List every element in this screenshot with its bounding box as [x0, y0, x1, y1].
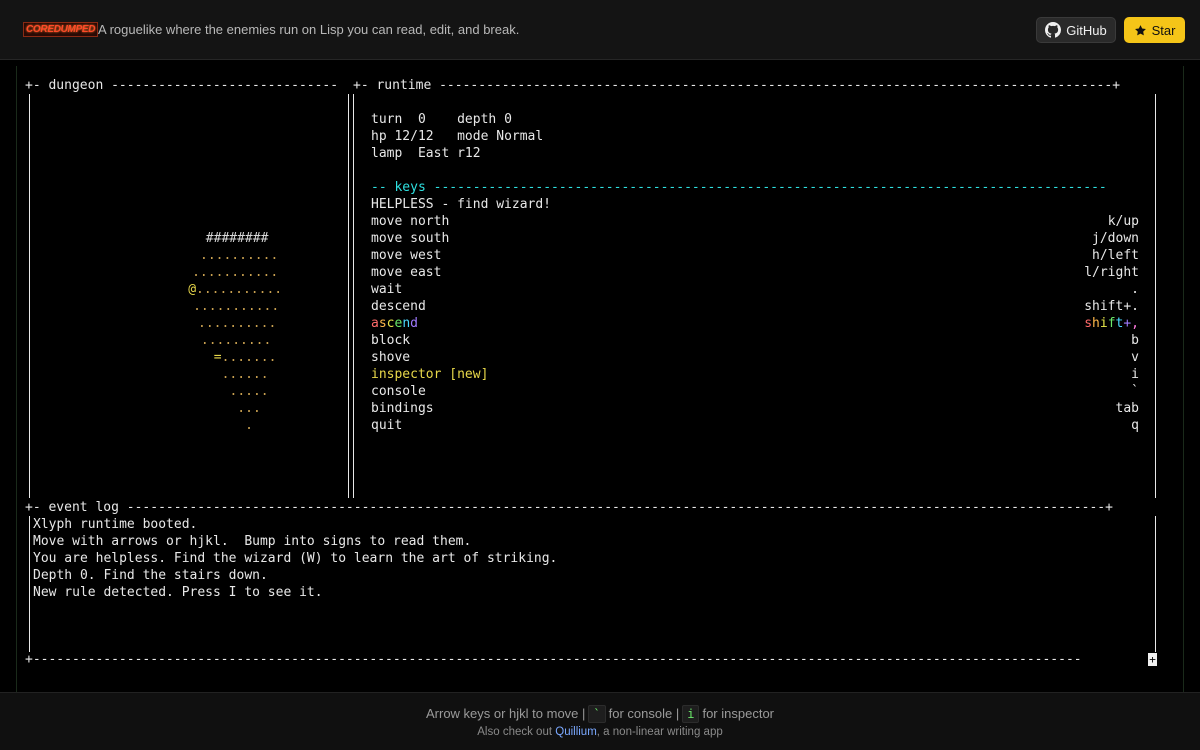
- github-button[interactable]: GitHub: [1036, 17, 1116, 43]
- dungeon-left-border: [29, 94, 30, 498]
- binding-key: j/down: [1092, 231, 1139, 246]
- event-log-line: Xlyph runtime booted.: [33, 517, 198, 532]
- depth-value: 0: [504, 112, 512, 127]
- binding-action: move east: [371, 265, 442, 280]
- tagline: A roguelike where the enemies run on Lis…: [98, 22, 520, 37]
- binding-key: b: [1131, 333, 1139, 348]
- inspector-key-hint: i: [682, 705, 700, 723]
- console-key-hint: `: [588, 705, 606, 723]
- dungeon-right-border: [348, 94, 349, 498]
- binding-key: k/up: [1107, 214, 1139, 229]
- mode-value: Normal: [496, 129, 544, 144]
- map-row: ...........: [192, 264, 278, 281]
- map-row: =.......: [214, 349, 277, 366]
- binding-key: q: [1131, 418, 1139, 433]
- binding-action: descend: [371, 299, 426, 314]
- event-log-line: Move with arrows or hjkl. Bump into sign…: [33, 534, 472, 549]
- binding-action: move south: [371, 231, 450, 246]
- binding-key: i: [1131, 367, 1139, 382]
- star-button[interactable]: Star: [1124, 17, 1185, 43]
- binding-key: tab: [1115, 401, 1139, 416]
- binding-action: move north: [371, 214, 450, 229]
- event-log-line: Depth 0. Find the stairs down.: [33, 568, 268, 583]
- map-tiles: .........: [200, 333, 272, 348]
- binding-action: console: [371, 384, 426, 399]
- turn-value: 0: [417, 112, 426, 127]
- binding-action: block: [371, 333, 411, 348]
- map-row: ..........: [198, 315, 276, 332]
- map-tiles: ..........: [200, 248, 279, 263]
- stairs-glyph: =: [213, 350, 222, 365]
- event-log-top-border: +- event log ---------------------------…: [25, 500, 1113, 515]
- map-tiles: ...........: [193, 299, 280, 314]
- event-log-line: You are helpless. Find the wizard (W) to…: [33, 551, 558, 566]
- binding-action: bindings: [371, 401, 434, 416]
- footer-promo-line: Also check out Quillium, a non-linear wr…: [477, 726, 723, 738]
- binding-key: shift+.: [1084, 299, 1139, 314]
- hp-value: 12/12: [394, 129, 434, 144]
- github-icon: [1045, 22, 1062, 38]
- map-tiles: ########: [205, 231, 269, 246]
- map-tiles: .......: [221, 350, 277, 365]
- binding-action: shove: [371, 350, 411, 365]
- binding-action: inspector [new]: [371, 367, 489, 382]
- map-tiles: .: [245, 418, 253, 433]
- app-header: COREDUMPED A roguelike where the enemies…: [0, 0, 1200, 60]
- binding-action: ascend: [371, 316, 418, 331]
- binding-key: l/right: [1084, 265, 1139, 280]
- logo[interactable]: COREDUMPED: [23, 22, 99, 37]
- runtime-panel-top-border: +- runtime -----------------------------…: [353, 78, 1121, 93]
- dungeon-panel-title: dungeon: [48, 78, 104, 93]
- map-row: ..........: [200, 247, 278, 264]
- star-label: Star: [1151, 22, 1176, 38]
- page-footer: Arrow keys or hjkl to move | ` for console…: [0, 692, 1200, 750]
- map-tiles: .....: [229, 384, 269, 399]
- event-log-line: New rule detected. Press I to see it.: [33, 585, 323, 600]
- binding-key: `: [1131, 384, 1139, 399]
- binding-action: wait: [371, 282, 403, 297]
- dungeon-panel-top-border: +- dungeon -----------------------------: [25, 78, 339, 93]
- github-label: GitHub: [1066, 22, 1107, 38]
- map-row: ########: [206, 230, 269, 247]
- map-tiles: ..........: [198, 316, 277, 331]
- binding-key: h/left: [1092, 248, 1139, 263]
- map-row: .........: [201, 332, 271, 349]
- map-row: .....: [230, 383, 269, 400]
- stat-lamp: lamp East r12: [371, 146, 481, 161]
- binding-key: shift+,: [1084, 316, 1139, 331]
- binding-action: quit: [371, 418, 403, 433]
- footer-help-line: Arrow keys or hjkl to move | ` for console…: [425, 705, 775, 723]
- stat-turn-depth: turn 0 depth 0: [371, 112, 512, 127]
- event-log-right-border: [1155, 516, 1156, 652]
- map-tiles: ...........: [192, 265, 279, 280]
- event-log-title: event log: [48, 500, 119, 515]
- binding-key: v: [1131, 350, 1139, 365]
- map-row: ...........: [193, 298, 279, 315]
- map-tiles: ...........: [196, 282, 283, 297]
- keys-section-header: -- keys --------------------------------…: [371, 180, 1107, 195]
- helpless-status: HELPLESS - find wizard!: [371, 197, 552, 212]
- stat-hp-mode: hp 12/12 mode Normal: [371, 129, 544, 144]
- map-row: ......: [222, 366, 269, 383]
- runtime-left-border: [353, 94, 354, 498]
- runtime-right-border: [1155, 94, 1156, 498]
- event-log-bottom-border: +---------------------------------------…: [25, 652, 1082, 667]
- runtime-panel-title: runtime: [376, 78, 432, 93]
- map-tiles: ......: [221, 367, 269, 382]
- quillium-link[interactable]: Quillium: [555, 726, 597, 738]
- binding-action: move west: [371, 248, 442, 263]
- event-log-left-border: [29, 516, 30, 652]
- map-row: @...........: [188, 281, 282, 298]
- star-icon: [1134, 24, 1147, 37]
- lamp-value: East r12: [417, 146, 481, 161]
- map-row: .: [245, 417, 253, 434]
- game-terminal[interactable]: +- dungeon -----------------------------…: [16, 66, 1184, 692]
- map-row: ...: [237, 400, 260, 417]
- binding-key: .: [1131, 282, 1139, 297]
- player-glyph: @: [188, 282, 197, 297]
- map-tiles: ...: [237, 401, 261, 416]
- terminal-cursor-block: +: [1148, 653, 1157, 666]
